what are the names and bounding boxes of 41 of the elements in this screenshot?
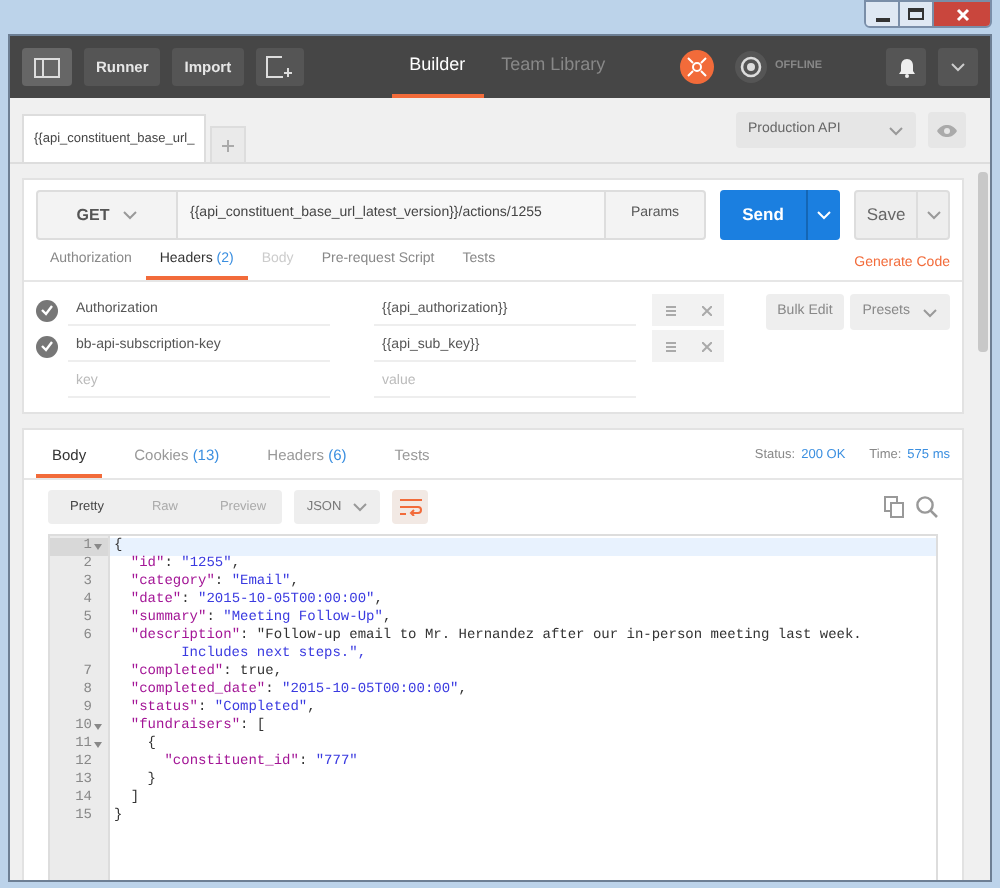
new-tab-button[interactable] [255,48,304,86]
close-icon [701,305,711,315]
add-tab-button[interactable] [210,126,247,162]
bell-icon [897,57,915,77]
header-checkbox[interactable] [36,299,58,321]
chevron-down-icon [950,62,966,72]
menu-button[interactable] [938,48,978,86]
chevron-down-icon [351,502,368,512]
send-options-button[interactable] [806,190,840,240]
header-tab[interactable]: Team Library [483,36,624,98]
environment-preview-button[interactable] [928,112,966,148]
fold-arrow-icon[interactable] [94,742,102,748]
close-icon [955,7,969,21]
satellite-icon [686,56,709,78]
fold-arrow-icon[interactable] [94,724,102,730]
header-tab[interactable]: Builder [391,36,484,98]
close-button[interactable] [934,2,990,26]
sync-button[interactable] [680,50,715,84]
chevron-down-icon [922,307,938,317]
maximize-button[interactable] [900,2,934,26]
drag-handle-icon [665,305,675,315]
fold-arrow-icon[interactable] [94,544,102,550]
search-icon[interactable] [916,496,938,518]
chevron-down-icon [888,125,904,135]
sidebar-icon [34,57,60,77]
sidebar-toggle-button[interactable] [22,48,72,86]
wrap-lines-button[interactable] [392,490,428,524]
chevron-down-icon [925,210,941,220]
offline-status-icon [734,50,769,84]
notifications-button[interactable] [886,48,926,86]
chevron-down-icon [816,210,832,220]
eye-icon [936,123,958,137]
send-button[interactable]: Send [720,190,806,240]
drag-handle-icon [665,341,675,351]
plus-icon [222,139,235,151]
new-window-icon [266,56,293,78]
close-icon [701,341,711,351]
header-checkbox[interactable] [36,335,58,357]
wrap-icon [399,498,421,516]
copy-icon[interactable] [884,496,904,518]
minimize-button[interactable] [866,2,900,26]
